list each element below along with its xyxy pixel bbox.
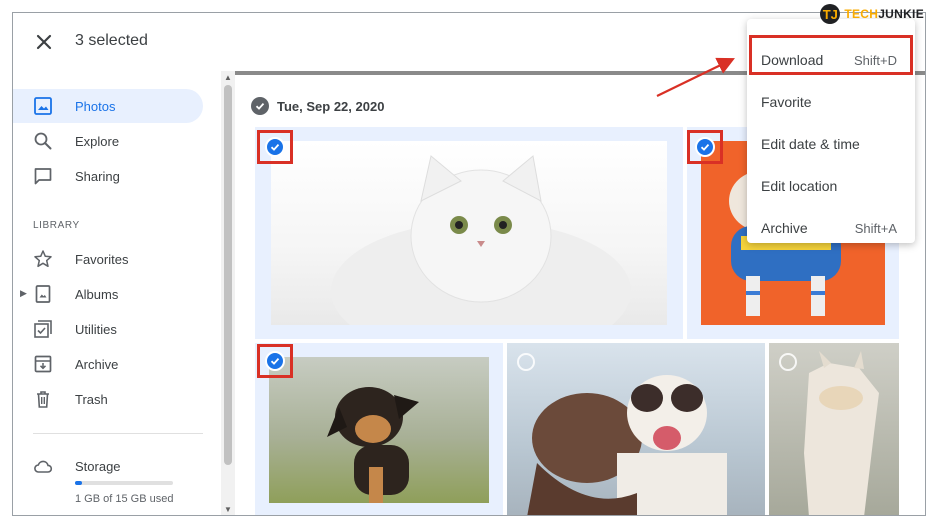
menu-item-label: Archive <box>761 220 808 236</box>
photo-unselected-checkbox[interactable] <box>517 353 535 371</box>
more-options-menu: Download Shift+D Favorite Edit date & ti… <box>747 19 915 243</box>
storage-progress-fill <box>75 481 82 485</box>
sidebar: Photos Explore Sharing LIBRARY Favorites… <box>13 71 221 515</box>
library-section-label: LIBRARY <box>33 220 80 231</box>
check-icon <box>255 102 265 110</box>
sidebar-item-label: Sharing <box>75 169 120 184</box>
photo-unselected-checkbox[interactable] <box>779 353 797 371</box>
sidebar-item-label: Photos <box>75 99 116 114</box>
sidebar-item-label: Explore <box>75 134 120 149</box>
utilities-icon <box>34 320 52 338</box>
sidebar-item-utilities[interactable]: Utilities <box>13 312 203 346</box>
trash-icon <box>37 391 49 408</box>
menu-item-archive[interactable]: Archive Shift+A <box>747 207 915 249</box>
logo-text: TECHJUNKIE <box>844 7 924 21</box>
photos-icon <box>34 97 52 115</box>
sidebar-item-photos[interactable]: Photos <box>13 89 203 123</box>
sidebar-item-sharing[interactable]: Sharing <box>13 159 203 193</box>
menu-item-edit-location[interactable]: Edit location <box>747 165 915 207</box>
sidebar-item-trash[interactable]: Trash <box>13 382 203 416</box>
selection-count: 3 selected <box>75 32 148 49</box>
photo-selected-checkbox[interactable] <box>695 137 715 157</box>
sidebar-item-label: Archive <box>75 357 119 372</box>
logo-mark: TJ <box>820 4 841 24</box>
archive-icon <box>34 355 52 373</box>
sidebar-item-explore[interactable]: Explore <box>13 124 203 158</box>
chat-icon <box>34 168 52 185</box>
check-icon <box>270 357 280 365</box>
sidebar-item-label: Albums <box>75 287 119 302</box>
check-icon <box>700 143 710 151</box>
close-icon <box>36 34 52 50</box>
photo-tile-cat[interactable] <box>255 127 683 339</box>
sidebar-item-label: Utilities <box>75 322 117 337</box>
photo-tile-puppy[interactable] <box>255 343 503 515</box>
cat-photo <box>271 141 667 325</box>
photo-selected-checkbox[interactable] <box>265 351 285 371</box>
scroll-down-arrow-icon[interactable]: ▼ <box>224 505 232 514</box>
photo-tile-two-dogs[interactable] <box>507 343 765 515</box>
sidebar-divider <box>33 433 203 434</box>
app-window: 3 selected Photos Explore Sharing LIBRAR… <box>12 12 926 516</box>
select-date-checkbox[interactable] <box>251 97 269 115</box>
check-icon <box>270 143 280 151</box>
sidebar-item-archive[interactable]: Archive <box>13 347 203 381</box>
menu-item-label: Favorite <box>761 94 812 110</box>
storage-progress-bar <box>75 481 173 485</box>
storage-used-text: 1 GB of 15 GB used <box>75 493 174 505</box>
photo-tile-horse[interactable] <box>769 343 899 515</box>
photo-selected-checkbox[interactable] <box>265 137 285 157</box>
close-selection-button[interactable] <box>31 29 57 55</box>
menu-item-label: Edit location <box>761 178 838 194</box>
date-label: Tue, Sep 22, 2020 <box>277 98 385 114</box>
star-icon <box>34 250 52 268</box>
puppy-photo <box>269 357 489 503</box>
puppy-illustration <box>327 387 419 503</box>
cat-illustration <box>331 155 631 325</box>
menu-item-edit-date-time[interactable]: Edit date & time <box>747 123 915 165</box>
sidebar-item-favorites[interactable]: Favorites <box>13 242 203 276</box>
storage-label: Storage <box>75 459 121 474</box>
menu-item-favorite[interactable]: Favorite <box>747 81 915 123</box>
cloud-icon <box>34 460 53 473</box>
search-icon <box>34 132 52 150</box>
sidebar-item-label: Trash <box>75 392 108 407</box>
menu-item-shortcut: Shift+A <box>854 221 897 236</box>
expand-albums-icon[interactable]: ▶ <box>20 288 27 299</box>
menu-item-shortcut: Shift+D <box>854 53 897 68</box>
menu-item-download[interactable]: Download Shift+D <box>747 39 915 81</box>
sidebar-item-albums[interactable]: ▶ Albums <box>13 277 203 311</box>
scroll-thumb[interactable] <box>224 85 232 465</box>
techjunkie-logo: TJ TECHJUNKIE <box>820 2 924 26</box>
menu-item-label: Download <box>761 52 824 68</box>
menu-item-label: Edit date & time <box>761 136 860 152</box>
date-group-header[interactable]: Tue, Sep 22, 2020 <box>251 97 384 115</box>
sidebar-item-storage[interactable]: Storage <box>13 449 203 483</box>
sidebar-scrollbar[interactable]: ▲ ▼ <box>221 71 235 515</box>
two-dogs-illustration <box>527 375 727 515</box>
sidebar-item-label: Favorites <box>75 252 129 267</box>
album-icon <box>35 285 51 303</box>
scroll-up-arrow-icon[interactable]: ▲ <box>224 73 232 82</box>
